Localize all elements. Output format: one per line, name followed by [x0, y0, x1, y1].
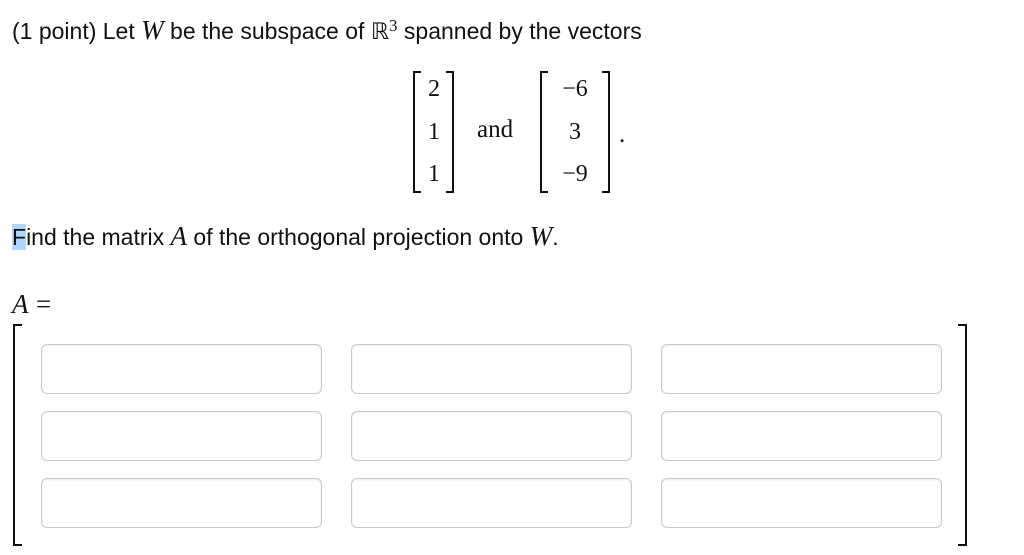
matrix-input-r2c3[interactable]: [661, 411, 942, 461]
matrix-left-bracket: [13, 324, 22, 546]
matrix-input-r1c3[interactable]: [661, 344, 942, 394]
vector2-entry-1: −6: [562, 76, 588, 102]
vector2-entry-3: −9: [562, 161, 588, 187]
matrix-input-r2c2[interactable]: [351, 411, 632, 461]
text-spanned: spanned by the vectors: [403, 18, 642, 44]
question-text: Find the matrix A of the orthogonal proj…: [12, 220, 559, 253]
variable-a: A: [170, 221, 188, 251]
text-be-subspace: be the subspace of: [170, 18, 365, 44]
reals-exponent: 3: [389, 16, 398, 35]
vector1-entry-3: 1: [428, 161, 440, 187]
equals-sign: =: [36, 289, 52, 319]
conjunction-and: and: [477, 116, 514, 143]
variable-w-question: W: [529, 221, 553, 251]
problem-statement: (1 point) Let W be the subspace of ℝ3 sp…: [12, 14, 642, 48]
vector2-entry-2: 3: [569, 119, 581, 145]
reals-symbol: ℝ: [370, 19, 390, 45]
text-let: Let: [102, 18, 135, 44]
answer-variable-a: A: [12, 289, 29, 319]
matrix-right-bracket: [958, 324, 967, 546]
question-part1: ind the matrix: [26, 224, 165, 250]
question-end: .: [552, 224, 559, 250]
matrix-input-r2c1[interactable]: [41, 411, 322, 461]
selected-first-letter: F: [12, 224, 27, 250]
matrix-input-r3c3[interactable]: [661, 478, 942, 528]
points-label: (1 point): [12, 18, 97, 44]
variable-w: W: [141, 15, 164, 45]
question-part2: of the orthogonal projection onto: [193, 224, 524, 250]
matrix-input-r3c1[interactable]: [41, 478, 322, 528]
vector2-left-bracket: [540, 71, 548, 193]
vector-period: .: [619, 121, 626, 148]
vector1-entry-1: 2: [428, 76, 440, 102]
vector2-right-bracket: [602, 71, 610, 193]
answer-label: A =: [12, 289, 51, 319]
matrix-input-r1c1[interactable]: [41, 344, 322, 394]
vector1-entry-2: 1: [428, 119, 440, 145]
matrix-input-r1c2[interactable]: [351, 344, 632, 394]
matrix-input-r3c2[interactable]: [351, 478, 632, 528]
vector-brackets: [13, 71, 967, 546]
